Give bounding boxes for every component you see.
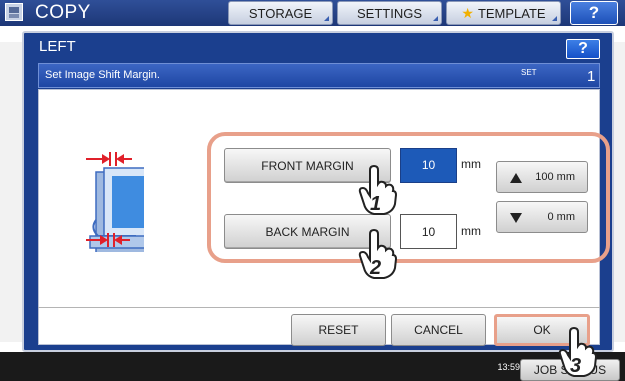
top-help-button[interactable]: ? — [570, 1, 618, 25]
decrease-limit-label: 0 mm — [547, 211, 576, 223]
instruction-text: Set Image Shift Margin. — [45, 69, 160, 81]
decrease-margin-button[interactable]: 0 mm — [496, 201, 588, 233]
reset-button[interactable]: RESET — [291, 314, 386, 346]
instruction-bar: Set Image Shift Margin. SET 1 — [38, 63, 600, 88]
pointing-hand-icon: 1 — [358, 164, 398, 215]
increase-margin-button[interactable]: 100 mm — [496, 161, 588, 193]
dialog-help-button[interactable]: ? — [566, 39, 600, 59]
top-bar: COPY STORAGE SETTINGS ★ TEMPLATE ? — [0, 0, 625, 26]
tab-arrow-icon — [552, 16, 557, 21]
app-title: COPY — [35, 2, 91, 23]
up-triangle-icon — [510, 173, 522, 183]
set-label: SET — [521, 68, 537, 77]
dialog-title: LEFT — [39, 38, 76, 55]
margin-arrow-icon — [102, 154, 110, 164]
front-margin-unit: mm — [461, 157, 481, 171]
page-shape — [89, 235, 144, 249]
margin-arrow-icon — [116, 154, 124, 164]
clock-date — [470, 351, 520, 362]
tab-storage-label: STORAGE — [248, 5, 313, 21]
clock-time: 13:59 — [497, 362, 520, 372]
down-triangle-icon — [510, 213, 522, 223]
step-3-callout: 3 — [570, 355, 581, 377]
increase-limit-label: 100 mm — [535, 171, 575, 183]
tab-arrow-icon — [433, 16, 438, 21]
clock: 13:59 — [470, 351, 520, 373]
back-margin-unit: mm — [461, 224, 481, 238]
tab-template-label: TEMPLATE — [477, 5, 546, 21]
left-margin-illustration-icon — [86, 152, 144, 252]
divider — [38, 307, 600, 308]
copy-app-icon — [5, 3, 23, 21]
step-2-callout: 2 — [369, 257, 381, 279]
set-value: 1 — [587, 68, 596, 85]
pointing-hand-icon: 2 — [358, 228, 398, 279]
step-1-callout: 1 — [370, 193, 381, 215]
front-margin-field[interactable]: 10 — [400, 148, 457, 183]
tab-storage[interactable]: STORAGE — [228, 1, 333, 25]
tab-settings[interactable]: SETTINGS — [337, 1, 442, 25]
tab-arrow-icon — [324, 16, 329, 21]
tab-template[interactable]: ★ TEMPLATE — [446, 1, 561, 25]
star-icon: ★ — [461, 4, 474, 21]
back-margin-field[interactable]: 10 — [400, 214, 457, 249]
pointing-hand-icon: 3 — [558, 326, 598, 377]
page-image — [112, 176, 144, 228]
cancel-button[interactable]: CANCEL — [391, 314, 486, 346]
tab-settings-label: SETTINGS — [356, 5, 422, 21]
